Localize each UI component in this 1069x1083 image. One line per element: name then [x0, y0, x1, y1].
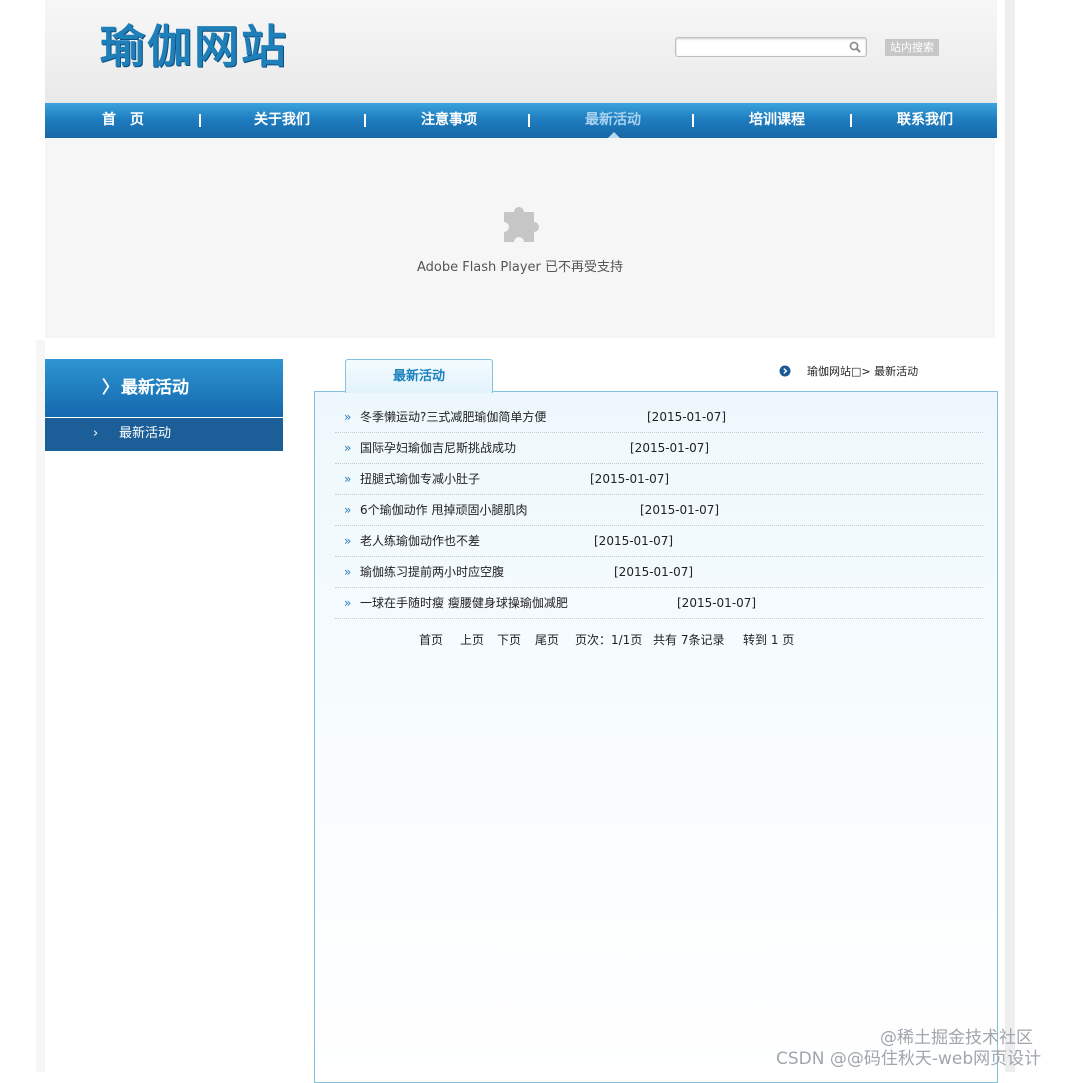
article-date: [2015-01-07] [647, 410, 727, 424]
double-chevron-icon: » [344, 565, 352, 579]
article-date: [2015-01-07] [614, 565, 694, 579]
nav-item-contact[interactable]: 联系我们 [862, 103, 988, 138]
nav-separator [850, 114, 852, 127]
nav-separator [364, 114, 366, 127]
flash-banner: Adobe Flash Player 已不再受支持 [45, 138, 995, 338]
page-right-border [1005, 0, 1015, 1072]
search-input[interactable] [676, 38, 848, 56]
pager-prev[interactable]: 上页 [460, 632, 484, 648]
nav-separator [528, 114, 530, 127]
double-chevron-icon: » [344, 534, 352, 548]
article-title[interactable]: 扭腿式瑜伽专减小肚子 [360, 464, 480, 494]
list-item: » 一球在手随时瘦 瘦腰健身球操瑜伽减肥 [2015-01-07] [335, 588, 983, 619]
list-item: » 扭腿式瑜伽专减小肚子 [2015-01-07] [335, 464, 983, 495]
article-date: [2015-01-07] [630, 441, 710, 455]
pager-next[interactable]: 下页 [497, 632, 521, 648]
double-chevron-icon: » [344, 441, 352, 455]
pager-goto: 转到 1 页 [743, 633, 795, 647]
site-header: 瑜伽网站 站内搜索 [45, 0, 997, 103]
tab-latest-activities[interactable]: 最新活动 [345, 359, 493, 393]
search-box [675, 37, 867, 57]
pager-last[interactable]: 尾页 [535, 632, 559, 648]
article-title[interactable]: 国际孕妇瑜伽吉尼斯挑战成功 [360, 433, 516, 463]
chevron-right-icon: › [93, 426, 99, 441]
nav-separator [692, 114, 694, 127]
nav-item-notes[interactable]: 注意事项 [386, 103, 512, 138]
pager-total: 共有 7条记录 [653, 633, 725, 647]
sidebar-item-latest-activities[interactable]: › 最新活动 [45, 418, 283, 451]
sidebar-title: 〉 最新活动 [45, 359, 283, 417]
sidebar-title-label: 最新活动 [121, 378, 189, 398]
nav-item-home[interactable]: 首 页 [63, 103, 183, 138]
flash-unsupported-message: Adobe Flash Player 已不再受支持 [416, 260, 624, 275]
breadcrumb: 瑜伽网站□> 最新活动 [807, 365, 919, 378]
article-title[interactable]: 冬季懒运动?三式减肥瑜伽简单方便 [360, 402, 546, 432]
page-left-border [36, 340, 45, 1072]
article-title[interactable]: 老人练瑜伽动作也不差 [360, 526, 480, 556]
plugin-puzzle-icon [504, 207, 539, 242]
double-chevron-icon: » [344, 410, 352, 424]
breadcrumb-arrow-icon [779, 365, 791, 377]
list-item: » 国际孕妇瑜伽吉尼斯挑战成功 [2015-01-07] [335, 433, 983, 464]
search-icon[interactable] [848, 40, 862, 54]
article-title[interactable]: 一球在手随时瘦 瘦腰健身球操瑜伽减肥 [360, 588, 568, 618]
sidebar-item-label: 最新活动 [119, 426, 172, 441]
nav-separator [199, 114, 201, 127]
nav-item-about[interactable]: 关于我们 [220, 103, 344, 138]
nav-item-courses[interactable]: 培训课程 [714, 103, 840, 138]
watermark-csdn: CSDN @@码住秋天-web网页设计 [776, 1049, 1042, 1069]
site-search-button[interactable]: 站内搜索 [885, 39, 939, 56]
double-chevron-icon: » [344, 596, 352, 610]
list-item: » 老人练瑜伽动作也不差 [2015-01-07] [335, 526, 983, 557]
list-item: » 6个瑜伽动作 甩掉顽固小腿肌肉 [2015-01-07] [335, 495, 983, 526]
list-item: » 冬季懒运动?三式减肥瑜伽简单方便 [2015-01-07] [335, 402, 983, 433]
double-chevron-icon: » [344, 472, 352, 486]
site-logo[interactable]: 瑜伽网站 [100, 18, 288, 76]
article-date: [2015-01-07] [677, 596, 757, 610]
article-date: [2015-01-07] [640, 503, 720, 517]
main-nav: 首 页 关于我们 注意事项 最新活动 培训课程 联系我们 [45, 103, 997, 138]
pager-page-info: 页次：1/1页 [575, 633, 643, 647]
pager-first[interactable]: 首页 [419, 632, 443, 648]
list-item: » 瑜伽练习提前两小时应空腹 [2015-01-07] [335, 557, 983, 588]
article-title[interactable]: 瑜伽练习提前两小时应空腹 [360, 557, 504, 587]
article-date: [2015-01-07] [594, 534, 674, 548]
chevron-right-icon: 〉 [102, 378, 119, 398]
article-date: [2015-01-07] [590, 472, 670, 486]
double-chevron-icon: » [344, 503, 352, 517]
article-title[interactable]: 6个瑜伽动作 甩掉顽固小腿肌肉 [360, 495, 527, 525]
